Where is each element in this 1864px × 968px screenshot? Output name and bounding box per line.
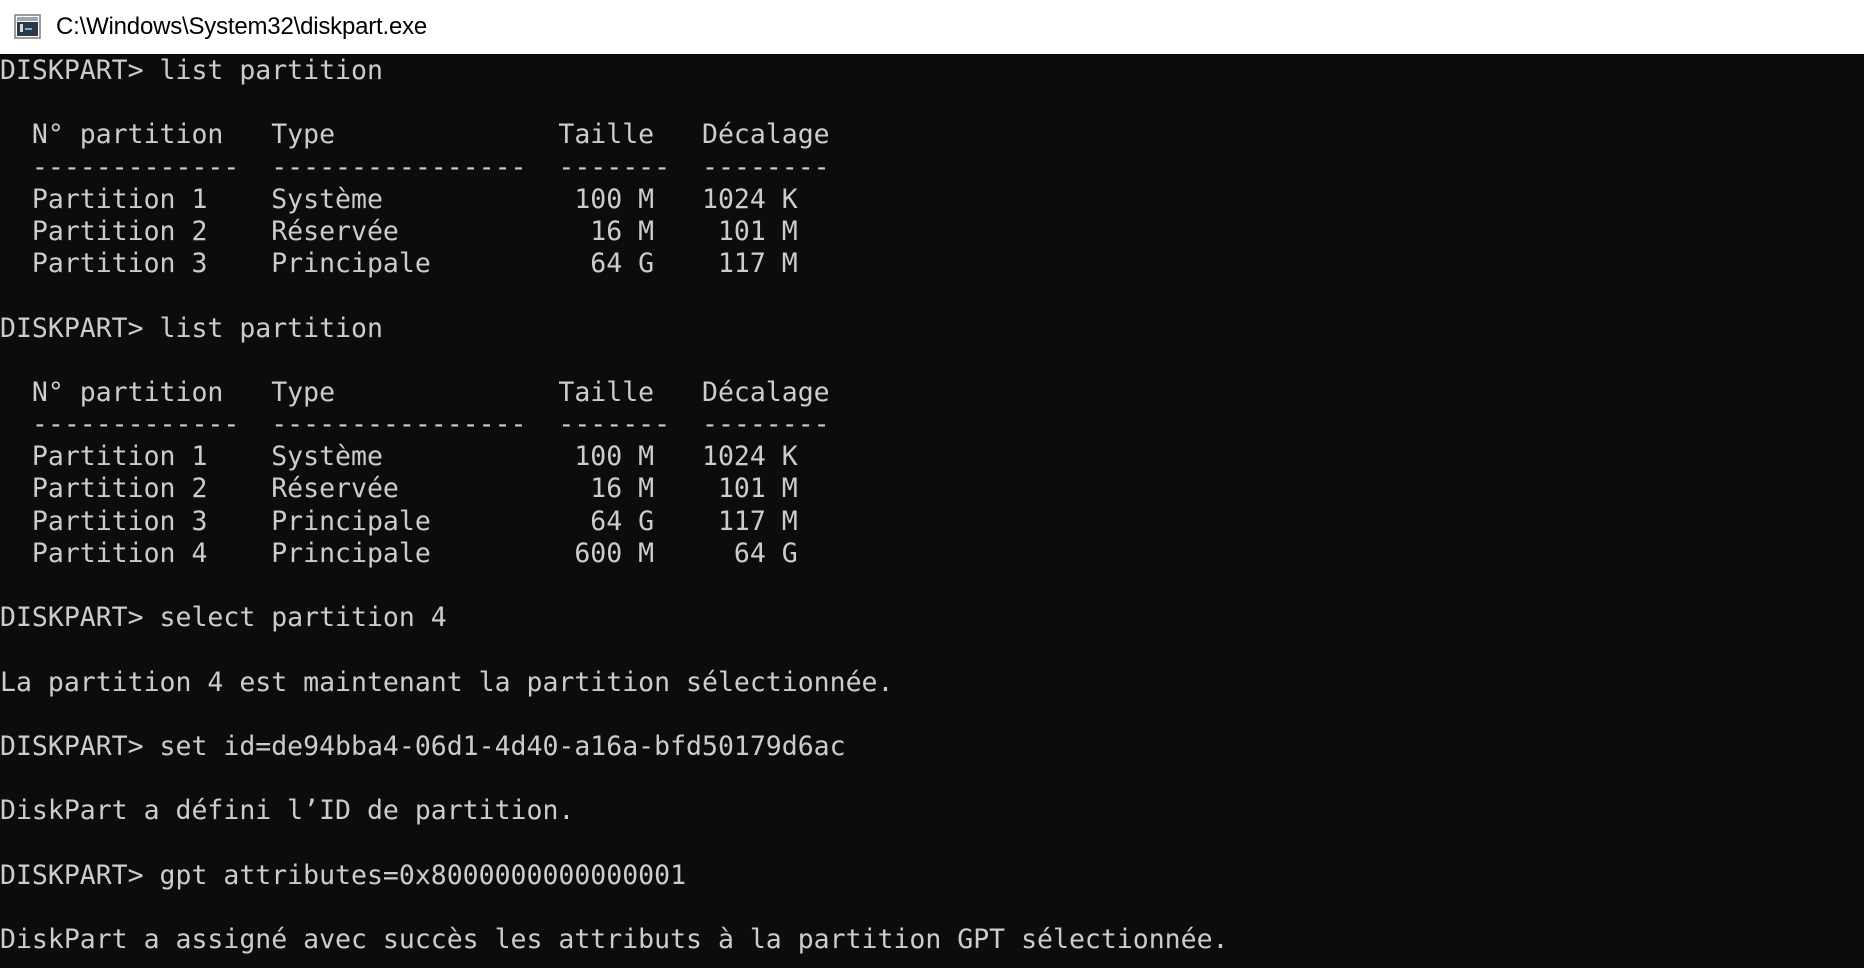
output-message: DiskPart a assigné avec succès les attri… xyxy=(0,924,1229,956)
command-line: DISKPART> gpt attributes=0x8000000000000… xyxy=(0,859,687,891)
table-row: Partition 3 Principale 64 G 117 M xyxy=(0,248,798,280)
table-row: Partition 2 Réservée 16 M 101 M xyxy=(0,473,798,505)
command-line: DISKPART> select partition 4 xyxy=(0,602,447,634)
window-title: C:\Windows\System32\diskpart.exe xyxy=(56,13,428,40)
table-separator: ------------- ---------------- ------- -… xyxy=(0,409,830,441)
output-message: DiskPart a défini l’ID de partition. xyxy=(0,795,575,827)
command-line: DISKPART> set id=de94bba4-06d1-4d40-a16a… xyxy=(0,730,846,762)
console-app-icon xyxy=(14,14,42,40)
table-row: Partition 1 Système 100 M 1024 K xyxy=(0,441,798,473)
command-line: DISKPART> list partition xyxy=(0,55,383,86)
table-separator: ------------- ---------------- ------- -… xyxy=(0,151,830,183)
table-row: Partition 2 Réservée 16 M 101 M xyxy=(0,215,798,247)
console-output[interactable]: DISKPART> list partition N° partition Ty… xyxy=(0,54,1864,968)
command-line: DISKPART> list partition xyxy=(0,312,383,344)
table-header: N° partition Type Taille Décalage xyxy=(0,119,830,151)
output-message: La partition 4 est maintenant la partiti… xyxy=(0,666,894,698)
table-header: N° partition Type Taille Décalage xyxy=(0,376,830,408)
table-row: Partition 1 Système 100 M 1024 K xyxy=(0,183,798,215)
title-bar[interactable]: C:\Windows\System32\diskpart.exe xyxy=(0,0,1864,54)
table-row: Partition 4 Principale 600 M 64 G xyxy=(0,537,798,569)
diskpart-window: C:\Windows\System32\diskpart.exe DISKPAR… xyxy=(0,0,1864,968)
table-row: Partition 3 Principale 64 G 117 M xyxy=(0,505,798,537)
